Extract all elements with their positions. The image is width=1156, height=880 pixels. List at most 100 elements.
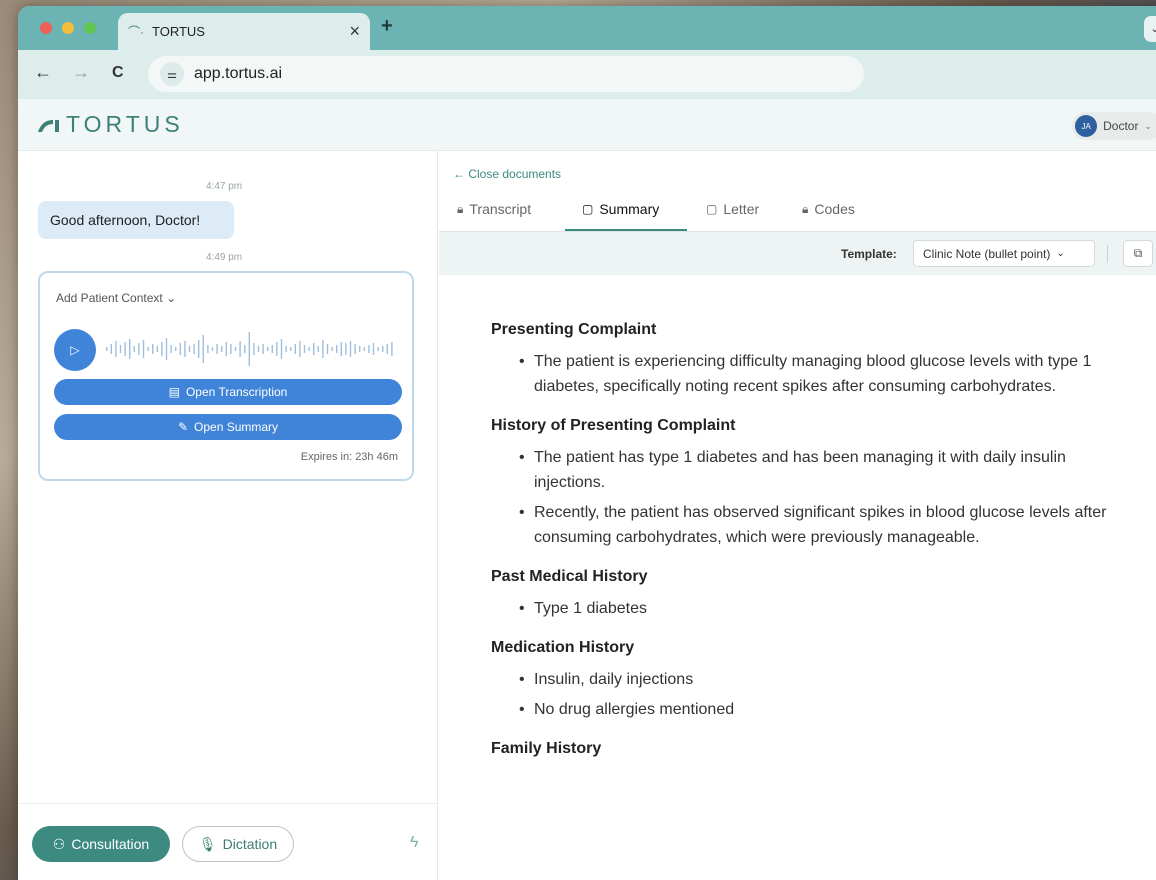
bullet-item: Type 1 diabetes [491, 596, 1111, 621]
section-heading: Medication History [491, 639, 635, 656]
waveform-bar [294, 344, 296, 354]
consultation-label: Consultation [71, 836, 150, 852]
tab-codes[interactable]: 🔒︎ Codes [802, 201, 855, 217]
section-bullet-list: The patient is experiencing difficulty m… [491, 349, 1111, 399]
waveform-bar [147, 347, 149, 351]
waveform-bar [138, 343, 140, 355]
section-heading: Family History [491, 740, 602, 757]
maximize-window-dot[interactable] [84, 22, 96, 34]
close-window-dot[interactable] [40, 22, 52, 34]
waveform-bar [276, 342, 278, 356]
recording-timestamp: 4:49 pm [206, 252, 243, 263]
chat-panel: 4:47 pm Good afternoon, Doctor! 4:49 pm … [18, 151, 438, 880]
documents-panel: ← Close documents 🔒︎ Transcript ▢ Summar… [439, 151, 1156, 880]
waveform-bar [257, 346, 260, 352]
bullet-item: No drug allergies mentioned [491, 697, 1111, 722]
waveform-bar [142, 340, 145, 358]
waveform-bar [359, 346, 361, 352]
url-field[interactable]: ⚌ app.tortus.ai [148, 56, 864, 92]
tab-transcript-label: Transcript [469, 201, 532, 217]
forward-icon[interactable]: → [72, 62, 90, 83]
chevron-down-icon: ⌄ [1144, 120, 1152, 131]
browser-tab-strip: ⌒· TORTUS × + ⌄ [18, 6, 1156, 50]
document-icon: ▢ [582, 202, 594, 216]
tab-letter[interactable]: ▢ Letter [706, 201, 759, 217]
chat-message-bubble: Good afternoon, Doctor! [38, 201, 234, 239]
toolbar-divider [1107, 245, 1108, 263]
dictation-button[interactable]: 🎙︎ Dictation [182, 826, 294, 862]
tab-search-button[interactable]: ⌄ [1144, 16, 1156, 42]
person-icon: ⚇ [52, 835, 66, 852]
waveform-bar [313, 343, 315, 355]
tab-summary-label: Summary [599, 201, 660, 217]
waveform-bar [290, 347, 292, 351]
app-header: TORTUS JA Doctor ⌄ [18, 99, 1156, 151]
tortus-logo-icon [38, 119, 59, 132]
url-text: app.tortus.ai [194, 65, 283, 82]
document-icon: ▤ [168, 385, 180, 399]
reload-icon[interactable]: C [112, 64, 124, 82]
bullet-item: The patient has type 1 diabetes and has … [491, 445, 1111, 495]
minimize-window-dot[interactable] [62, 22, 74, 34]
waveform-bar [106, 347, 108, 351]
add-patient-context-dropdown[interactable]: Add Patient Context ⌄ [56, 291, 176, 305]
waveform-bar [207, 345, 209, 353]
tab-letter-label: Letter [723, 201, 760, 217]
waveform-bar [317, 346, 319, 352]
edit-note-icon: ✎ [177, 420, 189, 434]
waveform-bar [202, 335, 204, 363]
back-icon[interactable]: ← [34, 62, 52, 83]
play-icon[interactable]: ▷ [54, 329, 96, 371]
lightning-icon[interactable]: ϟ [410, 834, 418, 852]
consultation-button[interactable]: ⚇ Consultation [32, 826, 170, 862]
waveform-bar [119, 345, 122, 353]
waveform-bar [234, 347, 237, 351]
chevron-down-icon: ⌄ [1056, 248, 1065, 259]
waveform-bar [368, 345, 370, 353]
waveform-bar [156, 346, 158, 352]
open-transcription-button[interactable]: ▤ Open Transcription [54, 379, 402, 405]
close-tab-icon[interactable]: × [349, 21, 360, 42]
tortus-logo[interactable]: TORTUS [36, 111, 184, 138]
waveform-bar [129, 339, 131, 359]
waveform-bar [354, 344, 356, 354]
waveform-bar [299, 341, 301, 357]
tab-summary[interactable]: ▢ Summary [582, 201, 659, 217]
bullet-item: The patient is experiencing difficulty m… [491, 349, 1111, 399]
tortus-favicon-icon: ⌒· [128, 25, 144, 39]
open-transcription-label: Open Transcription [185, 385, 288, 399]
copy-button[interactable]: ⧉ [1123, 240, 1153, 267]
waveform-bar [230, 344, 232, 354]
section-bullet-list: Type 1 diabetes [491, 596, 1111, 621]
template-toolbar: Template: Clinic Note (bullet point) ⌄ ⧉ [439, 231, 1156, 275]
waveform-bar [303, 345, 306, 353]
new-tab-button[interactable]: + [381, 15, 393, 38]
waveform-bar [253, 343, 255, 355]
audio-waveform[interactable] [106, 327, 402, 371]
waveform-bar [262, 344, 264, 354]
waveform-bar [391, 342, 393, 356]
close-documents-link[interactable]: ← Close documents [453, 167, 561, 181]
dictation-label: Dictation [222, 836, 278, 852]
address-bar-row: ← → C ⚌ app.tortus.ai [18, 50, 1156, 99]
template-select[interactable]: Clinic Note (bullet point) ⌄ [913, 240, 1095, 267]
waveform-bar [239, 341, 241, 357]
waveform-bar [386, 344, 388, 354]
waveform-bar [152, 344, 154, 354]
user-name: Doctor [1103, 119, 1139, 133]
copy-icon: ⧉ [1133, 246, 1143, 260]
waveform-bar [267, 347, 269, 351]
browser-tab[interactable]: ⌒· TORTUS × [118, 13, 370, 50]
open-summary-button[interactable]: ✎ Open Summary [54, 414, 402, 440]
chevron-down-icon: ⌄ [166, 291, 177, 305]
waveform-bar [133, 346, 135, 352]
expires-text: Expires in: 23h 46m [300, 451, 398, 463]
tab-transcript[interactable]: 🔒︎ Transcript [457, 201, 531, 217]
user-menu-button[interactable]: JA Doctor ⌄ [1072, 112, 1156, 140]
summary-content: Presenting Complaint The patient is exper… [491, 321, 1111, 776]
waveform-bar [225, 342, 227, 356]
lock-icon: 🔒︎ [802, 201, 809, 216]
waveform-bar [110, 344, 112, 354]
site-settings-icon[interactable]: ⚌ [160, 62, 184, 86]
message-timestamp: 4:47 pm [206, 181, 243, 192]
